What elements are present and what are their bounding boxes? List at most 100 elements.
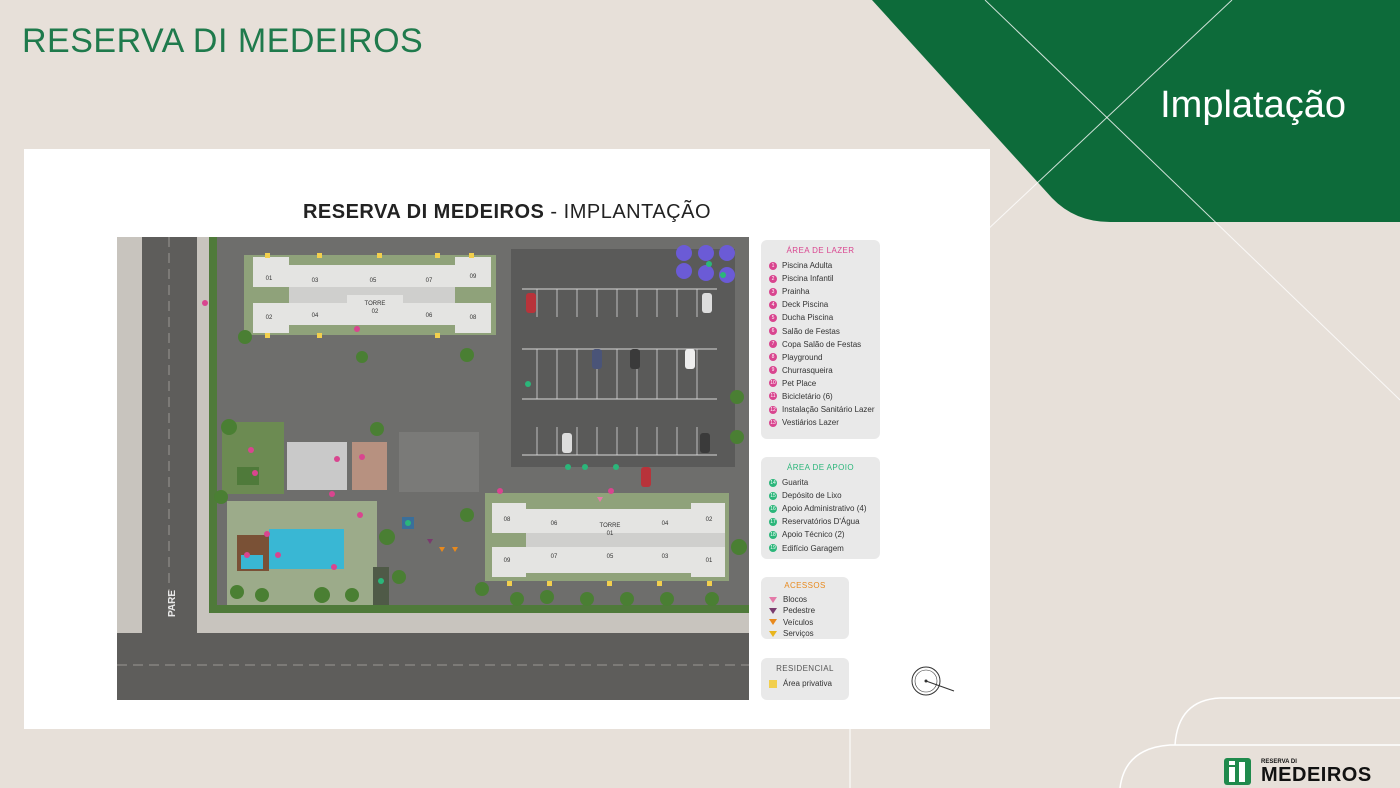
triangle-down-icon (769, 607, 777, 614)
number-badge: 12 (769, 405, 777, 414)
tower1-unit: 02 (706, 517, 713, 523)
tower1-unit: 04 (662, 521, 669, 527)
legend-label: Salão de Festas (782, 326, 840, 336)
tower1-unit: 07 (551, 554, 558, 560)
tower2-unit: 03 (312, 278, 319, 284)
legend-label: Blocos (783, 595, 808, 605)
number-badge: 8 (769, 353, 777, 362)
number-badge: 16 (769, 504, 777, 513)
pool-adult (269, 529, 344, 569)
hedge (217, 605, 749, 613)
legend-residential: RESIDENCIAL Área privativa (761, 658, 849, 700)
legend-label: Apoio Administrativo (4) (782, 504, 867, 514)
legend-item: 6 Salão de Festas (769, 324, 872, 337)
number-badge: 6 (769, 327, 777, 336)
legend-item: Pedestre (769, 605, 841, 616)
legend-label: Pedestre (783, 606, 816, 616)
legend-support-area: ÁREA DE APOIO 14 Guarita 15 Depósito de Li… (761, 457, 880, 559)
legend-item: Serviços (769, 628, 841, 639)
tower2-unit: 04 (312, 313, 319, 319)
number-badge: 5 (769, 313, 777, 322)
legend-support-title: ÁREA DE APOIO (786, 463, 854, 472)
legend-label: Edifício Garagem (782, 543, 844, 553)
number-badge: 11 (769, 392, 777, 401)
legend-item: 12 Instalação Sanitário Lazer (769, 403, 875, 416)
legend-item: 8 Playground (769, 351, 872, 364)
logo-text: RESERVA DI MEDEIROS (1261, 759, 1372, 785)
party-hall (287, 442, 347, 490)
legend-item: 5 Ducha Piscina (769, 311, 872, 324)
tower1-unit: 05 (607, 554, 614, 560)
plan-title-bold: RESERVA DI MEDEIROS (302, 201, 545, 223)
legend-leisure-title: ÁREA DE LAZER (786, 246, 855, 255)
legend-label: Serviços (783, 629, 814, 639)
legend-label: Piscina Infantil (782, 274, 834, 284)
plan-title-rest: - IMPLANTAÇÃO (544, 201, 712, 223)
legend-access: ACESSOS Blocos Pedestre Veículos Serviço… (761, 577, 849, 639)
legend-label: Churrasqueira (782, 365, 833, 375)
number-badge: 4 (769, 300, 777, 309)
legend-label: Copa Salão de Festas (782, 339, 862, 349)
legend-item: 3 Prainha (769, 285, 872, 298)
legend-item: 1 Piscina Adulta (769, 259, 872, 272)
brand-logo: RESERVA DI MEDEIROS (1224, 758, 1372, 785)
legend-label: Prainha (782, 287, 810, 297)
number-badge: 10 (769, 379, 777, 388)
legend-item: 10 Pet Place (769, 377, 872, 390)
legend-item: 4 Deck Piscina (769, 298, 872, 311)
legend-label: Área privativa (783, 679, 832, 689)
number-badge: 2 (769, 274, 777, 283)
site-plan-card: RESERVA DI MEDEIROS - IMPLANTAÇÃO PARE 0… (24, 149, 990, 729)
number-badge: 7 (769, 340, 777, 349)
legend-item: 19 Edifício Garagem (769, 541, 872, 554)
logo-big-text: MEDEIROS (1261, 763, 1372, 786)
tower2-number: 02 (372, 309, 379, 315)
hedge (209, 237, 217, 613)
logo-icon (1224, 758, 1251, 785)
legend-item: 17 Reservatórios D'Água (769, 515, 872, 528)
triangle-down-icon (769, 596, 777, 603)
tower-02 (244, 255, 496, 335)
plan-title: RESERVA DI MEDEIROS - IMPLANTAÇÃO (24, 201, 990, 224)
legend-item: 11 Bicicletário (6) (769, 390, 872, 403)
triangle-down-icon (769, 630, 777, 637)
tower2-unit: 05 (370, 278, 377, 284)
legend-item: Veículos (769, 617, 841, 628)
legend-label: Guarita (782, 478, 809, 488)
number-badge: 14 (769, 478, 777, 487)
tower1-label: TORRE (600, 523, 621, 529)
main-road (117, 633, 749, 700)
number-badge: 3 (769, 287, 777, 296)
number-badge: 19 (769, 544, 777, 553)
compass-icon (911, 666, 955, 696)
site-plan-map: PARE 01 03 05 07 09 02 04 06 08 TORRE 02… (117, 237, 749, 700)
tower1-unit: 06 (551, 521, 558, 527)
legend-label: Veículos (783, 617, 814, 627)
legend-item: 15 Depósito de Lixo (769, 489, 872, 502)
pet-place (237, 467, 259, 485)
legend-label: Vestiários Lazer (782, 418, 839, 428)
party-hall-kitchen (352, 442, 387, 490)
tower2-unit: 02 (266, 315, 273, 321)
number-badge: 9 (769, 366, 777, 375)
number-badge: 13 (769, 418, 777, 427)
legend-leisure-area: ÁREA DE LAZER 1 Piscina Adulta 2 Piscina I… (761, 240, 880, 439)
legend-item: 18 Apoio Técnico (2) (769, 528, 872, 541)
number-badge: 1 (769, 261, 777, 270)
legend-residential-title: RESIDENCIAL (776, 664, 834, 673)
brand-title: RESERVA DI MEDEIROS (22, 22, 424, 60)
tower2-unit: 06 (426, 313, 433, 319)
tower2-unit: 07 (426, 278, 433, 284)
legend-item: 2 Piscina Infantil (769, 272, 872, 285)
section-title: Implatação (1160, 84, 1346, 126)
square-icon (769, 679, 777, 688)
legend-label: Playground (782, 352, 823, 362)
tower2-unit: 09 (470, 274, 477, 280)
number-badge: 18 (769, 530, 777, 539)
legend-item: 14 Guarita (769, 476, 872, 489)
legend-item: Blocos (769, 594, 841, 605)
legend-item: 13 Vestiários Lazer (769, 416, 872, 429)
legend-access-title: ACESSOS (784, 581, 826, 590)
number-badge: 17 (769, 517, 777, 526)
tower1-unit: 09 (504, 558, 511, 564)
